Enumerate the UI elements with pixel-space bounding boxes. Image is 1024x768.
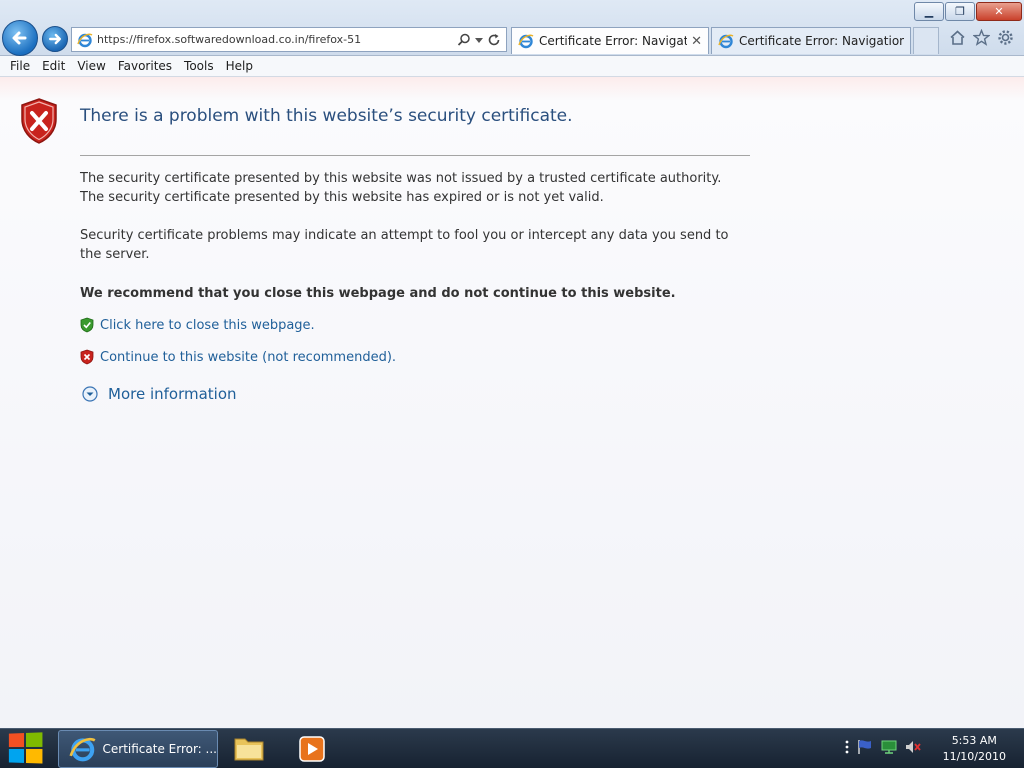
red-shield-icon [21, 98, 57, 144]
flag-icon[interactable] [856, 739, 874, 755]
page-title: There is a problem with this website’s s… [80, 106, 573, 126]
menu-help[interactable]: Help [220, 59, 259, 73]
start-button[interactable] [8, 732, 45, 765]
ie-icon [518, 34, 534, 49]
close-webpage-row: Click here to close this webpage. [80, 317, 315, 333]
minimize-button[interactable]: ▁ [914, 2, 944, 21]
ie-icon [77, 33, 93, 47]
forward-icon [49, 33, 61, 45]
media-player-icon[interactable] [297, 734, 327, 764]
back-icon [12, 31, 27, 45]
continue-row: Continue to this website (not recommende… [80, 349, 396, 365]
new-tab-button[interactable] [913, 27, 939, 54]
menu-favorites[interactable]: Favorites [112, 59, 178, 73]
system-clock[interactable]: 5:53 AM 11/10/2010 [943, 733, 1006, 765]
menu-edit[interactable]: Edit [36, 59, 71, 73]
red-shield-icon [80, 349, 94, 365]
tab-label: Certificate Error: Navigatio... [539, 34, 687, 48]
continue-link[interactable]: Continue to this website (not recommende… [100, 350, 396, 365]
forward-button[interactable] [42, 26, 68, 52]
ie-icon [718, 34, 734, 49]
search-icon[interactable] [457, 33, 471, 47]
windows-logo-icon [8, 733, 25, 748]
favorites-star-icon [973, 29, 990, 46]
tab-certificate-error-1[interactable]: Certificate Error: Navigatio... ✕ [511, 27, 709, 54]
refresh-icon[interactable] [487, 33, 501, 47]
menu-view[interactable]: View [71, 59, 111, 73]
page-content: There is a problem with this website’s s… [0, 77, 1024, 728]
close-button[interactable]: ✕ [976, 2, 1022, 21]
dropdown-icon[interactable] [475, 36, 483, 44]
menu-bar: File Edit View Favorites Tools Help [0, 56, 1024, 77]
taskbar-ie-button[interactable]: Certificate Error: ... [58, 730, 218, 768]
tools-button[interactable] [996, 28, 1015, 47]
error-line-untrusted: The security certificate presented by th… [80, 171, 722, 186]
url-text[interactable]: https://firefox.softwaredownload.co.in/f… [97, 33, 457, 46]
green-shield-icon [80, 317, 94, 333]
tab-close-icon[interactable]: ✕ [691, 34, 702, 49]
browser-toolbar: https://firefox.softwaredownload.co.in/f… [0, 0, 1024, 56]
home-icon [950, 30, 965, 45]
ie-icon [69, 737, 96, 762]
back-button[interactable] [2, 20, 38, 56]
tab-label: Certificate Error: Navigation Bl... [739, 34, 904, 48]
close-webpage-link[interactable]: Click here to close this webpage. [100, 318, 315, 333]
taskbar: Certificate Error: ... 5:53 AM 11/10/201… [0, 728, 1024, 768]
error-line-expired: The security certificate presented by th… [80, 190, 604, 205]
favorites-button[interactable] [972, 28, 991, 47]
taskbar-ie-label: Certificate Error: ... [102, 742, 218, 756]
home-button[interactable] [948, 28, 967, 47]
more-information-toggle[interactable]: More information [82, 385, 237, 403]
recommendation-text: We recommend that you close this webpage… [80, 286, 676, 301]
address-bar[interactable]: https://firefox.softwaredownload.co.in/f… [71, 27, 507, 52]
more-information-label[interactable]: More information [108, 385, 237, 403]
tray-overflow-icon[interactable] [844, 739, 850, 755]
clock-date: 11/10/2010 [942, 750, 1006, 763]
system-tray [844, 739, 922, 755]
network-icon[interactable] [880, 739, 898, 755]
restore-button[interactable]: ❐ [945, 2, 975, 21]
clock-time: 5:53 AM [951, 734, 997, 747]
tools-gear-icon [998, 30, 1013, 45]
menu-file[interactable]: File [4, 59, 36, 73]
divider [80, 155, 750, 156]
chevron-down-circle-icon [82, 386, 98, 402]
speaker-muted-icon[interactable] [904, 739, 922, 755]
tab-certificate-error-2[interactable]: Certificate Error: Navigation Bl... [711, 27, 911, 54]
folder-icon[interactable] [233, 734, 265, 762]
menu-tools[interactable]: Tools [178, 59, 220, 73]
error-line-warning: Security certificate problems may indica… [80, 228, 729, 262]
